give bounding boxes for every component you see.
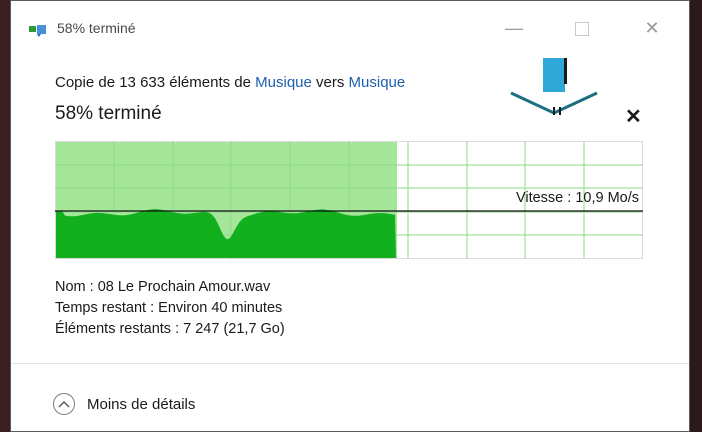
file-name-row: Nom : 08 Le Prochain Amour.wav bbox=[55, 277, 285, 298]
file-copy-icon bbox=[29, 25, 46, 37]
minimize-button[interactable]: — bbox=[497, 13, 531, 43]
less-details-toggle[interactable]: Moins de détails bbox=[53, 391, 195, 417]
copy-description: Copie de 13 633 éléments de Musique vers… bbox=[55, 74, 405, 91]
close-button[interactable]: ✕ bbox=[635, 13, 669, 43]
footer-divider bbox=[11, 363, 689, 364]
file-name-label: Nom : bbox=[55, 279, 98, 295]
desktop-background bbox=[690, 0, 702, 432]
maximize-button[interactable] bbox=[565, 13, 599, 43]
items-remaining-value: 7 247 (21,7 Go) bbox=[183, 321, 285, 337]
destination-folder-link[interactable]: Musique bbox=[349, 74, 406, 91]
less-details-label: Moins de détails bbox=[87, 395, 196, 413]
copy-progress-dialog: 58% terminé — ✕ Copie de 13 633 éléments… bbox=[10, 0, 690, 432]
items-remaining-label: Éléments restants : bbox=[55, 321, 184, 337]
copy-prefix: Copie de 13 633 éléments de bbox=[55, 74, 256, 91]
window-title: 58% terminé bbox=[57, 20, 136, 36]
title-bar[interactable]: 58% terminé — ✕ bbox=[11, 1, 689, 59]
chevron-up-icon bbox=[53, 393, 75, 415]
time-remaining-row: Temps restant : Environ 40 minutes bbox=[55, 298, 285, 319]
pause-icon[interactable] bbox=[509, 55, 599, 115]
close-icon: ✕ bbox=[644, 18, 660, 38]
copy-middle: vers bbox=[311, 74, 349, 91]
transfer-speed-graph: Vitesse : 10,9 Mo/s bbox=[55, 141, 643, 259]
details-panel: Nom : 08 Le Prochain Amour.wav Temps res… bbox=[55, 277, 285, 340]
cancel-copy-button[interactable]: ✕ bbox=[625, 104, 642, 129]
source-folder-link[interactable]: Musique bbox=[255, 74, 312, 91]
minimize-icon: — bbox=[505, 18, 523, 38]
speed-label: Vitesse : 10,9 Mo/s bbox=[516, 190, 639, 206]
time-remaining-label: Temps restant : bbox=[55, 300, 159, 316]
items-remaining-row: Éléments restants : 7 247 (21,7 Go) bbox=[55, 319, 285, 340]
progress-heading: 58% terminé bbox=[55, 103, 162, 124]
file-name-value: 08 Le Prochain Amour.wav bbox=[97, 279, 271, 295]
time-remaining-value: Environ 40 minutes bbox=[158, 300, 283, 316]
maximize-icon bbox=[575, 22, 589, 37]
